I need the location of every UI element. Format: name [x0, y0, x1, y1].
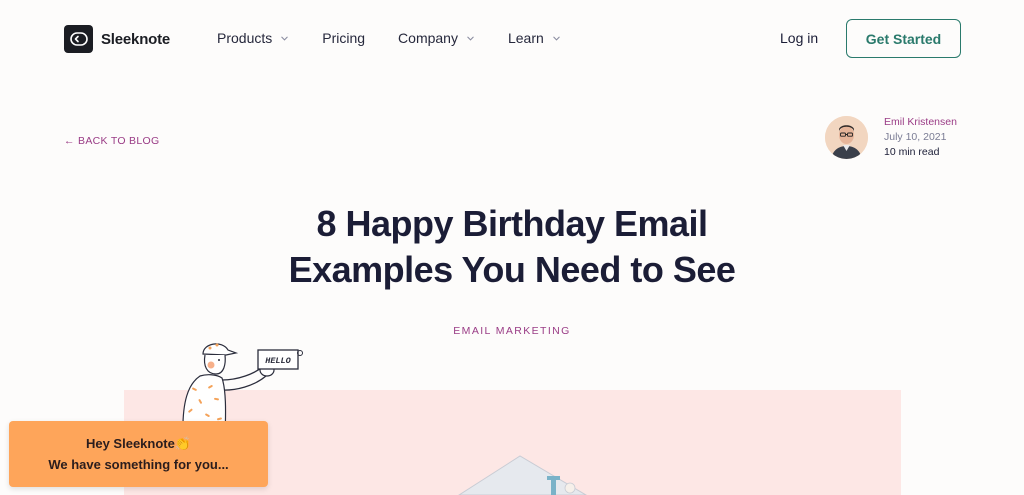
login-link[interactable]: Log in	[780, 30, 818, 46]
nav-label: Products	[217, 30, 273, 46]
nav-label: Pricing	[322, 30, 366, 46]
nav-label: Company	[398, 30, 458, 46]
popup-greeting: Hey Sleeknote👏	[85, 436, 192, 451]
nav-label: Learn	[507, 30, 544, 46]
main-nav: Products Pricing Company Learn	[217, 30, 594, 46]
logo-text: Sleeknote	[101, 30, 171, 48]
sign-text: HELLO	[265, 356, 291, 366]
article-title: 8 Happy Birthday Email Examples You Need…	[212, 201, 812, 293]
nav-item-pricing[interactable]: Pricing	[322, 30, 365, 46]
author-block: Emil Kristensen July 10, 2021 10 min rea…	[825, 116, 957, 159]
title-line-1: 8 Happy Birthday Email	[316, 203, 708, 244]
read-time: 10 min read	[884, 146, 940, 158]
nav-item-company[interactable]: Company	[398, 30, 475, 46]
chevron-down-icon	[281, 36, 288, 41]
nav-item-learn[interactable]: Learn	[508, 30, 561, 46]
logo-icon	[64, 25, 93, 53]
author-avatar	[825, 116, 868, 159]
get-started-button[interactable]: Get Started	[846, 19, 961, 58]
category-link[interactable]: EMAIL MARKETING	[412, 325, 612, 337]
chevron-down-icon	[553, 36, 560, 41]
logo-link[interactable]: Sleeknote	[64, 25, 170, 53]
author-info: Emil Kristensen July 10, 2021 10 min rea…	[884, 116, 957, 159]
promo-popup[interactable]: Hey Sleeknote👏 We have something for you…	[9, 421, 268, 487]
popup-message: We have something for you...	[48, 457, 229, 472]
page: Sleeknote Products Pricing Company Learn…	[0, 0, 1024, 495]
chevron-down-icon	[467, 36, 474, 41]
nav-item-products[interactable]: Products	[217, 30, 289, 46]
author-name[interactable]: Emil Kristensen	[884, 116, 957, 128]
publish-date: July 10, 2021	[884, 131, 947, 143]
title-line-2: Examples You Need to See	[288, 249, 736, 290]
back-to-blog-link[interactable]: ← BACK TO BLOG	[64, 135, 159, 147]
